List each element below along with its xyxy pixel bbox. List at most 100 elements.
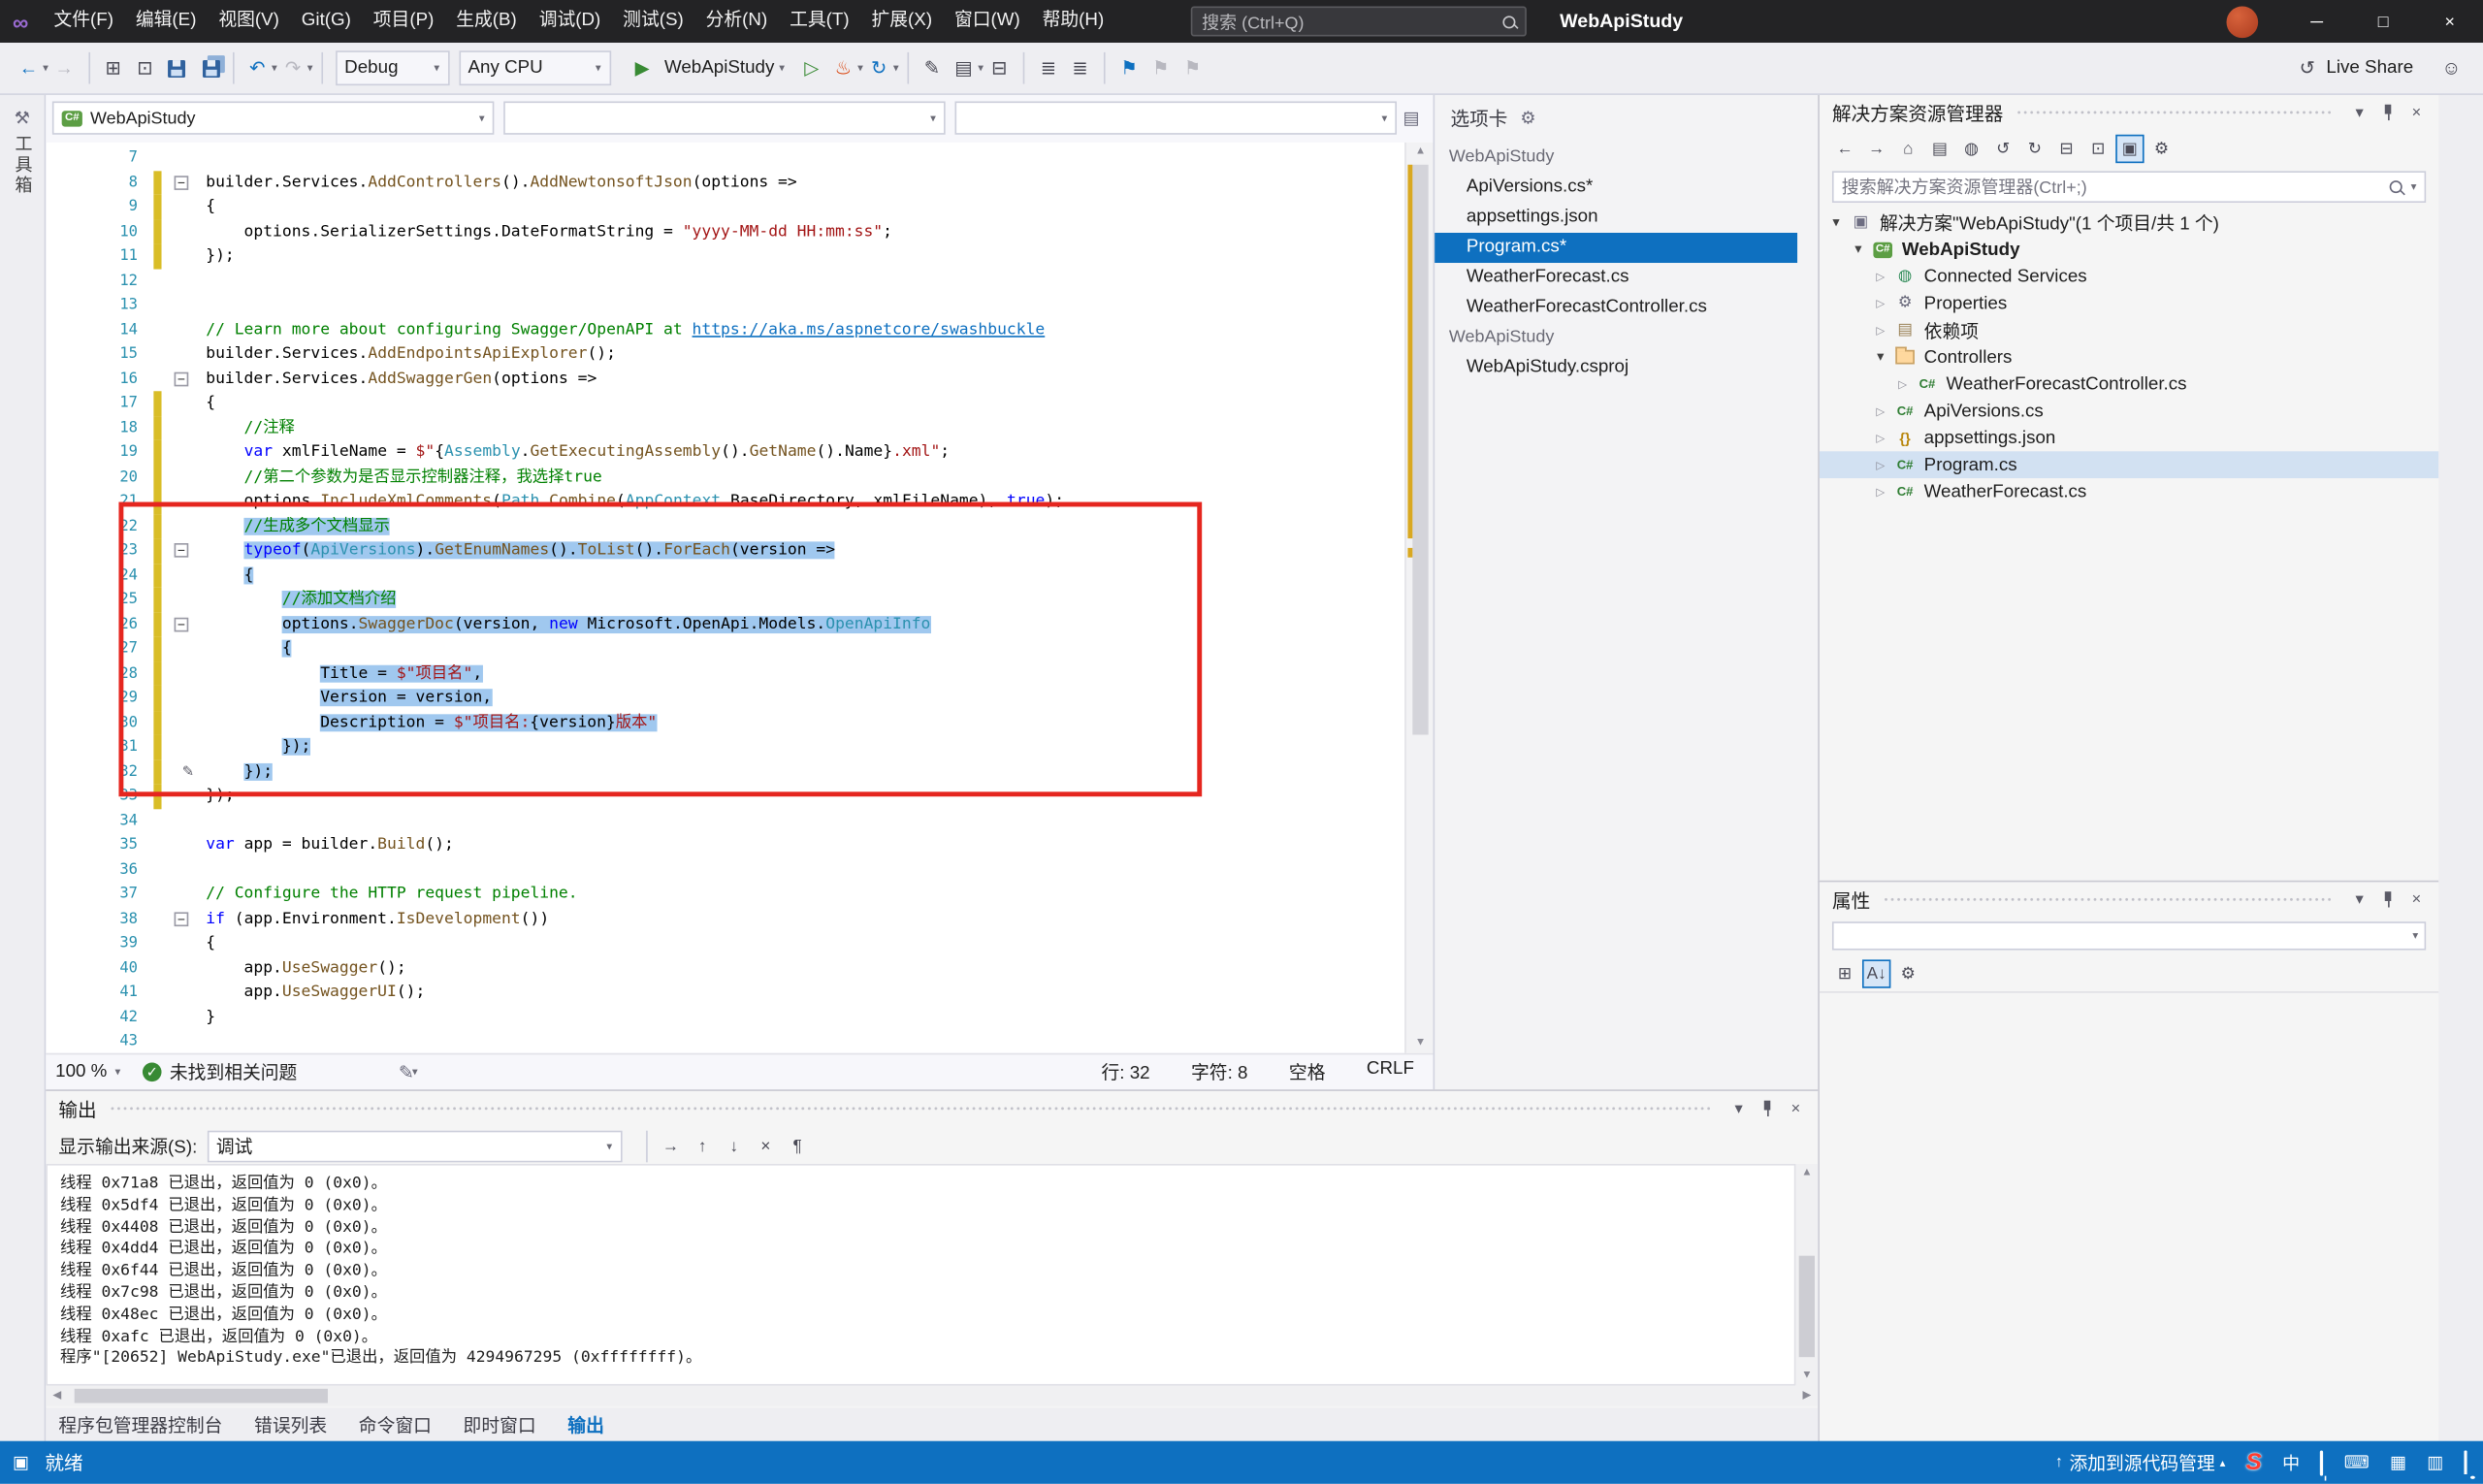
code-line[interactable]: 31 });: [46, 735, 1433, 759]
document-tab[interactable]: ApiVersions.cs*: [1435, 173, 1797, 203]
code-line[interactable]: 10 options.SerializerSettings.DateFormat…: [46, 219, 1433, 243]
next-bookmark-icon[interactable]: ⚑: [1178, 50, 1207, 85]
document-tab[interactable]: WeatherForecastController.cs: [1435, 293, 1797, 323]
output-console[interactable]: 线程 0x71a8 已退出，返回值为 0 (0x0)。线程 0x5df4 已退出…: [46, 1164, 1795, 1386]
restart-caret-icon[interactable]: ▾: [893, 62, 899, 75]
property-pages-icon[interactable]: ⚙: [1894, 959, 1922, 987]
document-tab[interactable]: WeatherForecast.cs: [1435, 263, 1797, 293]
undo-caret-icon[interactable]: ▾: [272, 62, 277, 75]
code-line[interactable]: 7: [46, 145, 1433, 170]
menu-item[interactable]: 帮助(H): [1031, 0, 1114, 43]
code-map-icon[interactable]: ▤: [950, 50, 978, 85]
code-line[interactable]: 16−builder.Services.AddSwaggerGen(option…: [46, 367, 1433, 391]
code-line[interactable]: 23− typeof(ApiVersions).GetEnumNames().T…: [46, 538, 1433, 563]
clear-all-icon[interactable]: ×: [752, 1132, 780, 1160]
code-line[interactable]: 30 Description = $"项目名:{version}版本": [46, 710, 1433, 734]
scroll-down-icon[interactable]: ▼: [1795, 1367, 1818, 1386]
code-line[interactable]: 26− options.SwaggerDoc(version, new Micr…: [46, 612, 1433, 636]
menu-item[interactable]: 测试(S): [612, 0, 694, 43]
live-share-button[interactable]: ↺ Live Share: [2291, 50, 2413, 85]
menu-item[interactable]: 工具(T): [779, 0, 860, 43]
code-line[interactable]: 27 {: [46, 636, 1433, 661]
code-line[interactable]: 11});: [46, 243, 1433, 268]
code-line[interactable]: 43: [46, 1029, 1433, 1052]
code-line[interactable]: 42}: [46, 1005, 1433, 1029]
menu-item[interactable]: Git(G): [290, 0, 362, 43]
code-line[interactable]: 33});: [46, 784, 1433, 808]
document-health-indicator[interactable]: ✓ 未找到相关问题: [143, 1059, 297, 1084]
ime-indicator[interactable]: 中: [2282, 1450, 2300, 1475]
tree-item[interactable]: ▷◍Connected Services: [1820, 263, 2438, 290]
word-wrap-icon[interactable]: ¶: [783, 1132, 811, 1160]
zoom-select[interactable]: 100 % ▾: [55, 1063, 120, 1082]
redo-icon[interactable]: ↷: [278, 50, 306, 85]
window-position-caret-icon[interactable]: ▾: [2347, 887, 2372, 912]
previous-message-icon[interactable]: ↑: [688, 1132, 716, 1160]
back-icon[interactable]: ←: [1830, 135, 1858, 163]
window-position-caret-icon[interactable]: ▾: [2347, 100, 2372, 125]
code-line[interactable]: 15builder.Services.AddEndpointsApiExplor…: [46, 342, 1433, 367]
navigate-back-caret-icon[interactable]: ▾: [43, 62, 48, 75]
code-line[interactable]: 41 app.UseSwaggerUI();: [46, 981, 1433, 1005]
type-dropdown[interactable]: ▾: [503, 101, 946, 134]
scrollbar-thumb[interactable]: [1412, 165, 1428, 735]
code-line[interactable]: 39{: [46, 931, 1433, 955]
quick-search-box[interactable]: 搜索 (Ctrl+Q): [1191, 7, 1527, 37]
tree-item[interactable]: ▷C#Program.cs: [1820, 451, 2438, 478]
hot-reload-icon[interactable]: ♨: [829, 50, 857, 85]
tree-item[interactable]: ▷⚙Properties: [1820, 290, 2438, 317]
tray-s-logo-icon[interactable]: S: [2246, 1449, 2262, 1476]
tree-expander-icon[interactable]: ▾: [1825, 213, 1846, 231]
navigate-forward-icon[interactable]: →: [49, 50, 78, 85]
home-icon[interactable]: ⌂: [1894, 135, 1922, 163]
menu-item[interactable]: 生成(B): [445, 0, 528, 43]
code-line[interactable]: 28 Title = $"项目名",: [46, 661, 1433, 686]
tree-expander-icon[interactable]: ▷: [1870, 270, 1890, 282]
editor-vertical-scrollbar[interactable]: ▲ ▼: [1404, 143, 1433, 1053]
tree-item[interactable]: ▷▤依赖项: [1820, 317, 2438, 344]
code-area[interactable]: 78−builder.Services.AddControllers().Add…: [46, 143, 1433, 1053]
properties-icon[interactable]: ⚙: [2147, 135, 2176, 163]
scroll-down-icon[interactable]: ▼: [1406, 1034, 1435, 1053]
tree-item[interactable]: ▷C#ApiVersions.cs: [1820, 398, 2438, 425]
tree-expander-icon[interactable]: ▾: [1848, 241, 1868, 258]
code-line[interactable]: 8−builder.Services.AddControllers().AddN…: [46, 171, 1433, 195]
hot-reload-caret-icon[interactable]: ▾: [857, 62, 863, 75]
tree-expander-icon[interactable]: ▷: [1870, 297, 1890, 309]
previous-bookmark-icon[interactable]: ⚑: [1146, 50, 1175, 85]
new-file-icon[interactable]: ⊞: [99, 50, 127, 85]
gear-icon[interactable]: ⚙: [1520, 107, 1535, 127]
code-line[interactable]: 34: [46, 808, 1433, 832]
menu-item[interactable]: 文件(F): [43, 0, 124, 43]
code-line[interactable]: 35var app = builder.Build();: [46, 833, 1433, 857]
menu-item[interactable]: 扩展(X): [860, 0, 943, 43]
panel-tab[interactable]: 命令窗口: [359, 1412, 432, 1437]
member-dropdown[interactable]: ▾: [954, 101, 1397, 134]
project-dropdown[interactable]: C# WebApiStudy ▾: [52, 101, 495, 134]
start-without-debugging-icon[interactable]: ▷: [797, 50, 825, 85]
toggle-bookmark-icon[interactable]: ⚑: [1115, 50, 1144, 85]
menu-item[interactable]: 窗口(W): [944, 0, 1032, 43]
code-line[interactable]: 38−if (app.Environment.IsDevelopment()): [46, 907, 1433, 931]
rows-icon[interactable]: ▥: [2427, 1452, 2443, 1472]
scrollbar-thumb[interactable]: [1799, 1256, 1815, 1357]
minimize-button[interactable]: ─: [2283, 0, 2350, 43]
pin-icon[interactable]: [2375, 887, 2401, 912]
maximize-button[interactable]: □: [2350, 0, 2417, 43]
undo-icon[interactable]: ↶: [243, 50, 272, 85]
close-icon[interactable]: ×: [2403, 887, 2429, 912]
menu-item[interactable]: 调试(D): [528, 0, 611, 43]
code-line[interactable]: 25 //添加文档介绍: [46, 588, 1433, 612]
categorized-icon[interactable]: ⊞: [1830, 959, 1858, 987]
cursor-column-indicator[interactable]: 字符: 8: [1191, 1059, 1247, 1084]
fold-collapse-icon[interactable]: −: [175, 617, 189, 631]
alphabetical-icon[interactable]: A↓: [1862, 959, 1890, 987]
line-ending-indicator[interactable]: CRLF: [1367, 1059, 1414, 1084]
forward-icon[interactable]: →: [1862, 135, 1890, 163]
tree-item[interactable]: ▾Controllers: [1820, 343, 2438, 371]
fold-collapse-icon[interactable]: −: [175, 175, 189, 189]
tree-expander-icon[interactable]: ▷: [1892, 377, 1913, 390]
tree-item[interactable]: ▷C#WeatherForecast.cs: [1820, 478, 2438, 505]
code-line[interactable]: 22 //生成多个文档显示: [46, 514, 1433, 538]
feedback-icon[interactable]: ☺: [2437, 50, 2466, 85]
